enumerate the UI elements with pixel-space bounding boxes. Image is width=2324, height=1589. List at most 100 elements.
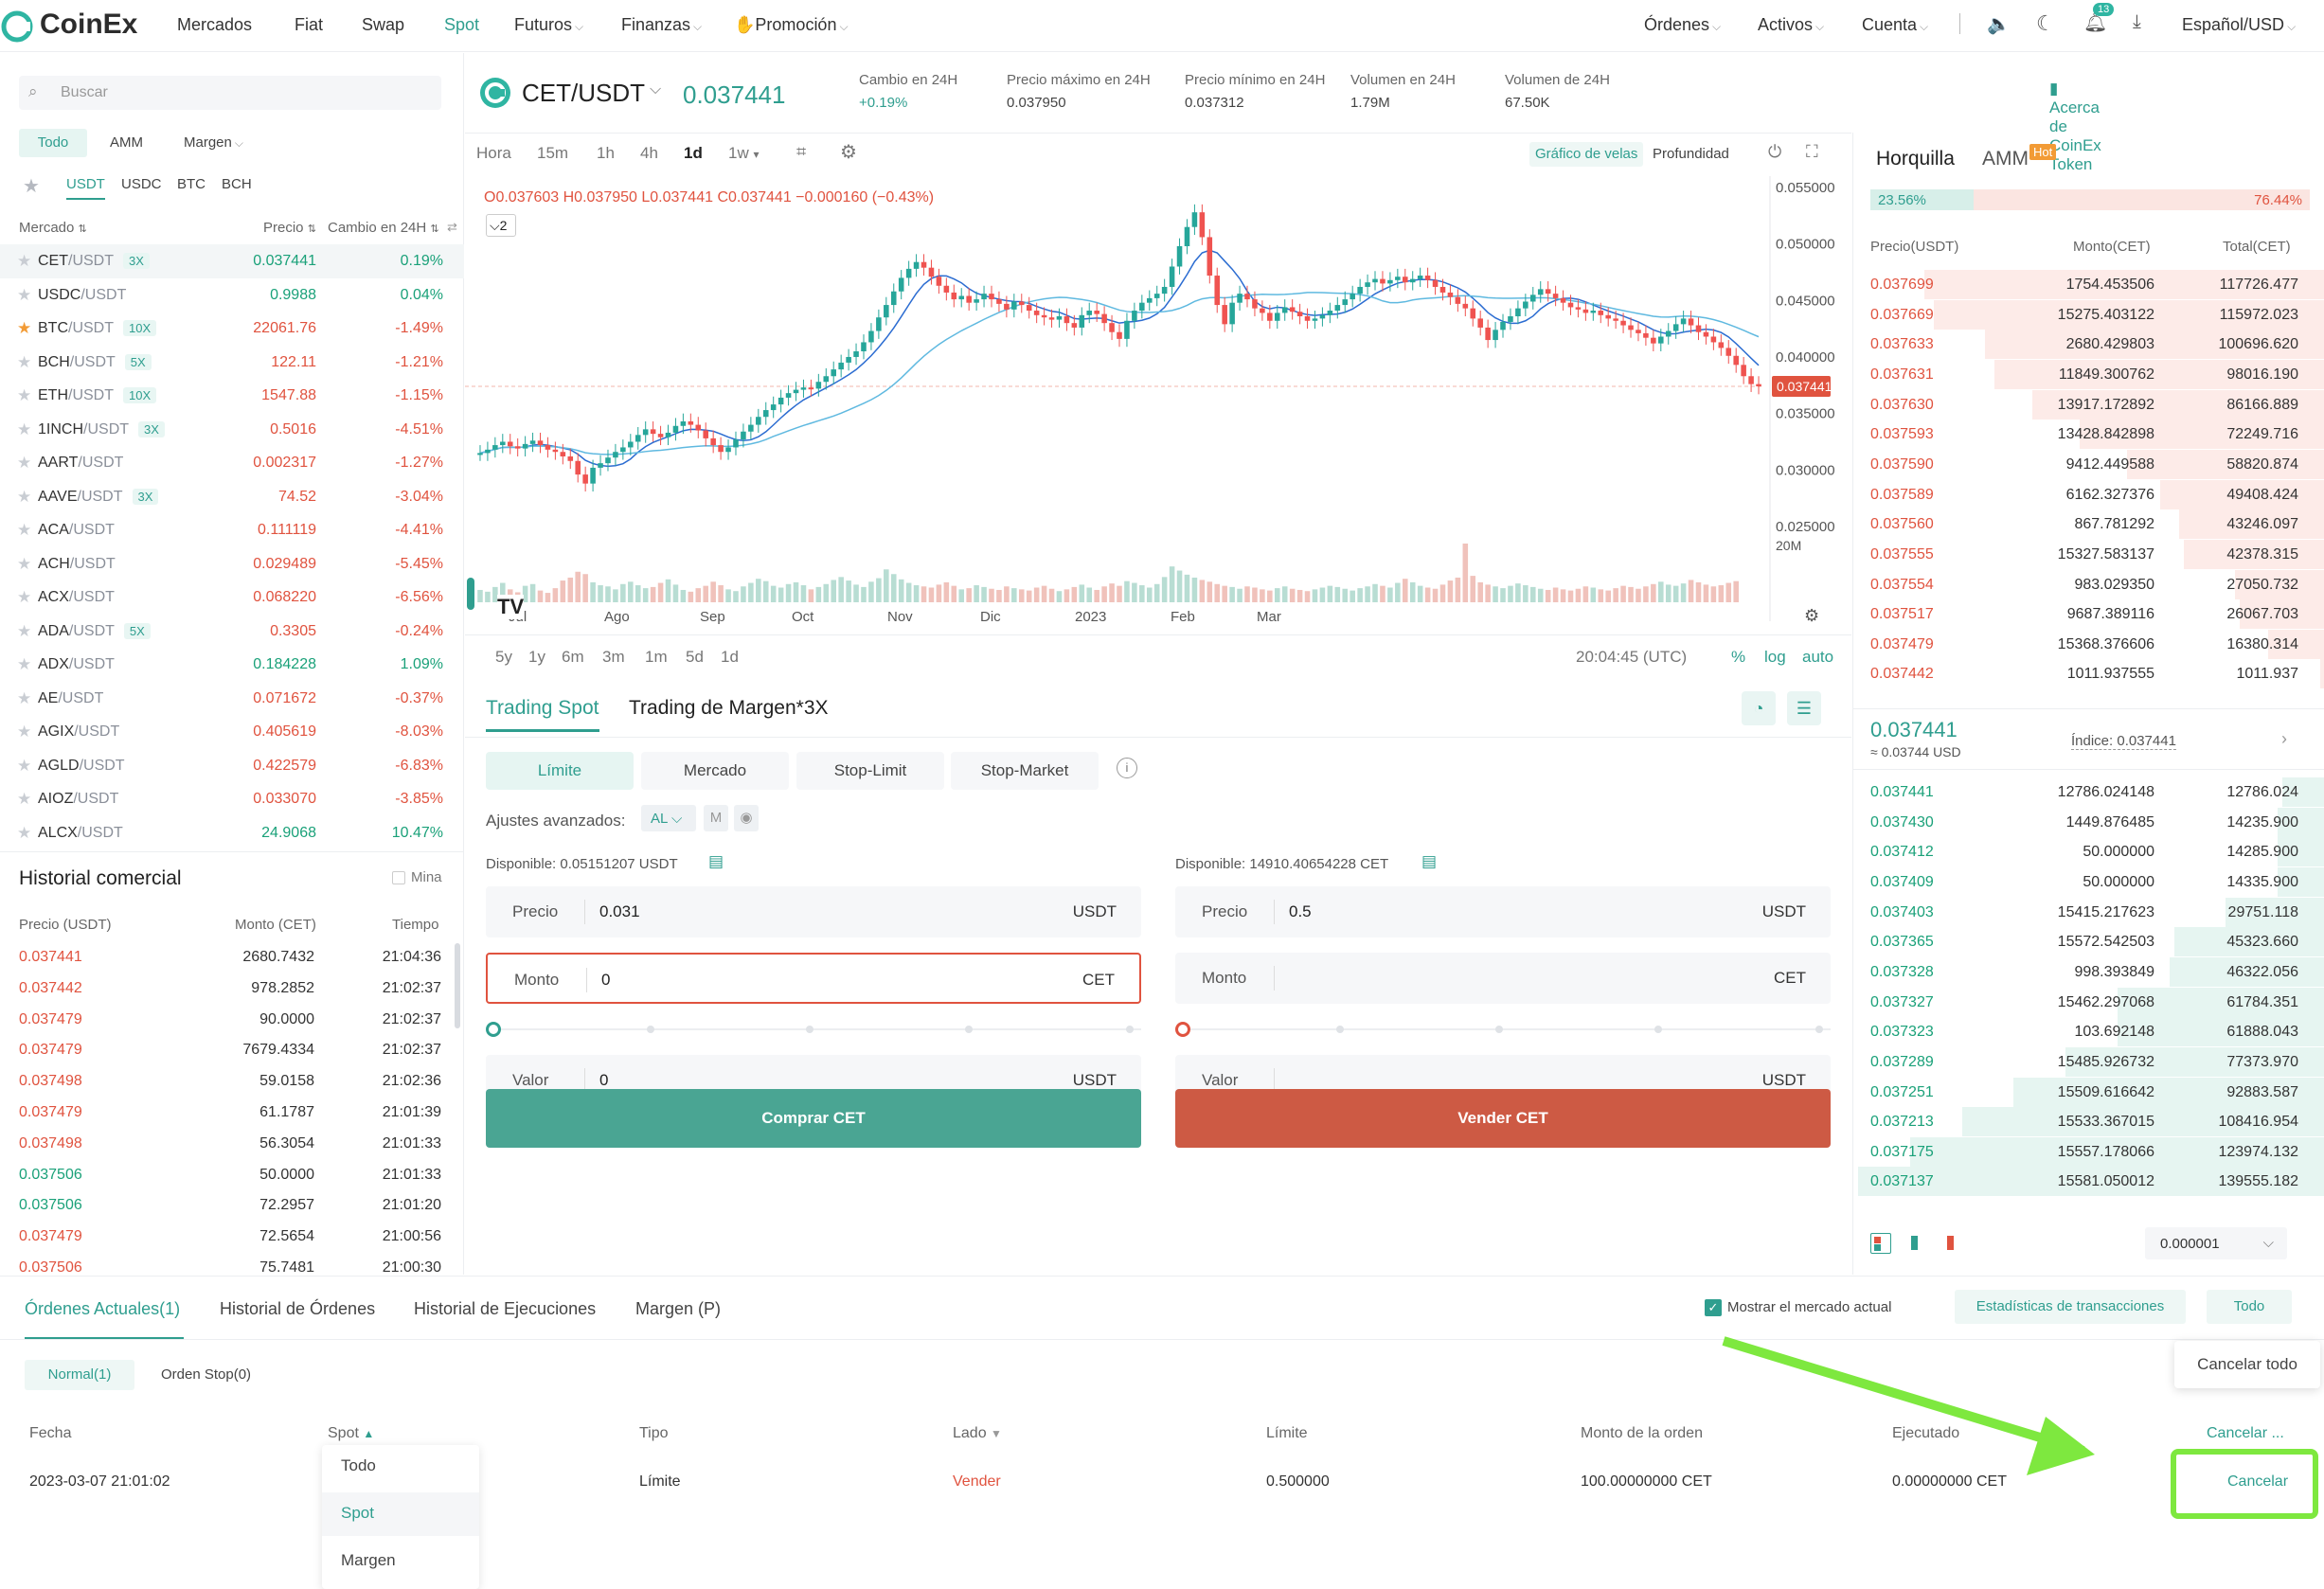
tf-1w[interactable]: 1w ▾: [728, 144, 760, 163]
slider-tick[interactable]: [1336, 1026, 1344, 1033]
chevron-right-icon[interactable]: ›: [2281, 729, 2287, 749]
quote-tab-usdc[interactable]: USDC: [121, 176, 162, 192]
tab-order-history[interactable]: Historial de Órdenes: [220, 1299, 375, 1319]
chart-type-icon[interactable]: ⌗: [796, 142, 806, 162]
ordertype-stop-limit[interactable]: Stop-Limit: [796, 752, 944, 790]
fullscreen-icon[interactable]: ⛶: [1806, 142, 1818, 162]
quote-tab-usdt[interactable]: USDT: [66, 176, 105, 200]
nav-fiat[interactable]: Fiat: [295, 15, 323, 35]
orderbook-row[interactable]: 0.037630 13917.172892 86166.889: [1853, 389, 2324, 420]
slider-tick[interactable]: [806, 1026, 813, 1033]
info-icon[interactable]: i: [1117, 758, 1137, 778]
ordertype-mercado[interactable]: Mercado: [641, 752, 789, 790]
favorite-star-icon[interactable]: ★: [17, 420, 31, 439]
market-row[interactable]: ★ AIOZ/USDT 0.033070 -3.85%: [0, 782, 464, 816]
market-row[interactable]: ★ AAVE/USDT 3X 74.52 -3.04%: [0, 480, 464, 514]
tf-1d[interactable]: 1d: [684, 144, 703, 163]
orderbook-row[interactable]: 0.037555 15327.583137 42378.315: [1853, 539, 2324, 570]
orderbook-row[interactable]: 0.037213 15533.367015 108416.954: [1853, 1106, 2324, 1137]
buy-slider[interactable]: [486, 1022, 1141, 1037]
panel-handle[interactable]: [467, 578, 474, 610]
orderbook-row[interactable]: 0.037412 50.000000 14285.900: [1853, 836, 2324, 867]
advanced-al-select[interactable]: AL ⌵: [641, 805, 696, 831]
coinex-logo-icon[interactable]: [0, 9, 34, 44]
favorite-star-icon[interactable]: ★: [17, 790, 31, 809]
favorite-star-icon[interactable]: ★: [17, 454, 31, 473]
range-button[interactable]: 3m: [602, 648, 625, 667]
buy-slider-handle[interactable]: [486, 1022, 501, 1037]
view-both-icon[interactable]: [1870, 1233, 1891, 1254]
dropdown-margen[interactable]: Margen: [341, 1551, 396, 1570]
download-icon[interactable]: ⤓: [2133, 11, 2141, 33]
col-cancel-all[interactable]: Cancelar ...: [2207, 1425, 2284, 1442]
market-row[interactable]: ★ ACX/USDT 0.068220 -6.56%: [0, 580, 464, 615]
speaker-icon[interactable]: 🔈: [1987, 12, 2011, 36]
market-row[interactable]: ★ ADA/USDT 5X 0.3305 -0.24%: [0, 615, 464, 649]
checkbox-checked-icon[interactable]: ✓: [1705, 1299, 1722, 1316]
favorite-star-icon[interactable]: ★: [17, 655, 31, 674]
sell-slider[interactable]: [1175, 1022, 1831, 1037]
subtab-normal[interactable]: Normal(1): [25, 1360, 134, 1390]
sell-amount-field[interactable]: Monto CET: [1175, 953, 1831, 1004]
filter-margen[interactable]: Margen ⌵: [184, 134, 243, 151]
orderbook-row[interactable]: 0.037589 6162.327376 49408.424: [1853, 479, 2324, 510]
favorite-star-icon[interactable]: ★: [17, 521, 31, 540]
pair-name[interactable]: CET/USDT: [522, 79, 645, 108]
settings-sliders-icon[interactable]: ☰: [1787, 691, 1821, 725]
tab-margin[interactable]: Margen (P): [635, 1299, 721, 1319]
slider-tick[interactable]: [1654, 1026, 1662, 1033]
language-selector[interactable]: Español/USD ⌵: [2182, 15, 2296, 35]
nav-cuenta[interactable]: Cuenta ⌵: [1862, 15, 1928, 35]
favorite-star-icon[interactable]: ★: [17, 622, 31, 641]
view-depth[interactable]: Profundidad: [1653, 146, 1729, 162]
nav-spot[interactable]: Spot: [444, 15, 479, 35]
col-spot[interactable]: Spot ▲: [328, 1425, 374, 1442]
cancel-all-tooltip[interactable]: Cancelar todo: [2174, 1341, 2320, 1388]
sell-slider-handle[interactable]: [1175, 1022, 1190, 1037]
slider-tick[interactable]: [647, 1026, 654, 1033]
todo-button[interactable]: Todo: [2207, 1290, 2292, 1324]
slider-tick[interactable]: [1815, 1026, 1823, 1033]
col-mercado-header[interactable]: Mercado ⇅: [19, 220, 87, 236]
nav-mercados[interactable]: Mercados: [177, 15, 252, 35]
range-button[interactable]: 6m: [562, 648, 584, 667]
tab-trading-margen[interactable]: Trading de Margen*3X: [629, 697, 829, 720]
chart-settings-icon[interactable]: ⚙: [840, 140, 857, 164]
toggle-columns-icon[interactable]: ⇄: [447, 220, 457, 235]
wallet-icon[interactable]: ▤: [1421, 852, 1437, 871]
range-button[interactable]: 1m: [645, 648, 668, 667]
market-row[interactable]: ★ BCH/USDT 5X 122.11 -1.21%: [0, 346, 464, 380]
favorite-star-icon[interactable]: ★: [17, 353, 31, 372]
nav-activos[interactable]: Activos ⌵: [1758, 15, 1824, 35]
filter-todo[interactable]: Todo: [19, 129, 87, 157]
ordertype-stop-market[interactable]: Stop-Market: [951, 752, 1099, 790]
col-precio-header[interactable]: Precio ⇅: [263, 220, 316, 236]
orderbook-row[interactable]: 0.037365 15572.542503 45323.660: [1853, 926, 2324, 957]
orderbook-row[interactable]: 0.037669 15275.403122 115972.023: [1853, 299, 2324, 330]
market-row[interactable]: ★ USDC/USDT 0.9988 0.04%: [0, 278, 464, 312]
orderbook-row[interactable]: 0.037560 867.781292 43246.097: [1853, 509, 2324, 540]
favorite-star-icon[interactable]: ★: [17, 488, 31, 507]
market-row[interactable]: ★ ALCX/USDT 24.9068 10.47%: [0, 816, 464, 850]
nav-promocion[interactable]: ✋Promoción ⌵: [734, 15, 849, 35]
search-input[interactable]: ⌕ Buscar: [19, 76, 441, 110]
orderbook-row[interactable]: 0.037430 1449.876485 14235.900: [1853, 807, 2324, 838]
range-button[interactable]: 1y: [528, 648, 545, 667]
favorite-star-icon[interactable]: ★: [17, 757, 31, 776]
ordertype-limite[interactable]: Límite: [486, 752, 634, 790]
market-row[interactable]: ★ ADX/USDT 0.184228 1.09%: [0, 648, 464, 682]
quote-tab-btc[interactable]: BTC: [177, 176, 206, 192]
axis-log-toggle[interactable]: log: [1764, 648, 1786, 667]
favorite-star-icon[interactable]: ★: [17, 286, 31, 305]
tab-amm[interactable]: AMM: [1982, 148, 2029, 170]
range-button[interactable]: 1d: [721, 648, 739, 667]
orderbook-row[interactable]: 0.037441 12786.024148 12786.024: [1853, 777, 2324, 808]
view-candles[interactable]: Gráfico de velas: [1529, 142, 1644, 167]
favorite-star-icon[interactable]: ★: [17, 252, 31, 271]
favorites-star-icon[interactable]: ★: [23, 174, 40, 198]
tf-hora[interactable]: Hora: [476, 144, 511, 163]
orderbook-row[interactable]: 0.037328 998.393849 46322.056: [1853, 956, 2324, 988]
slider-tick[interactable]: [1126, 1026, 1134, 1033]
axis-auto-toggle[interactable]: auto: [1802, 648, 1833, 667]
candlestick-chart[interactable]: 0.055000 0.050000 0.045000 0.040000 0.035000…: [465, 176, 1852, 631]
